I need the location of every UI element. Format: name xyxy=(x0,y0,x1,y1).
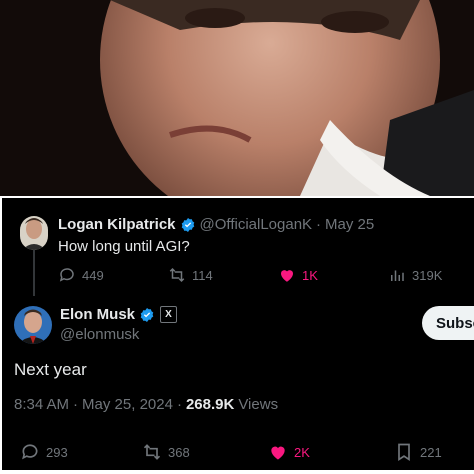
reply-author-row: Elon Musk X xyxy=(60,306,178,323)
bookmark-count: 221 xyxy=(420,444,442,460)
like-button[interactable]: 2K xyxy=(268,442,310,462)
original-post-header: Logan Kilpatrick @OfficialLoganK · May 2… xyxy=(58,216,374,233)
original-author-name[interactable]: Logan Kilpatrick xyxy=(58,216,176,233)
post-metadata: 8:34 AM · May 25, 2024 · 268.9K Views xyxy=(14,396,278,413)
reply-button[interactable]: 293 xyxy=(20,442,68,462)
views-label: Views xyxy=(238,396,279,413)
affiliate-x-badge: X xyxy=(160,306,178,323)
portrait-illustration xyxy=(0,0,474,196)
separator-dot: · xyxy=(73,396,79,413)
verified-badge-icon xyxy=(140,307,154,322)
reply-handle[interactable]: @elonmusk xyxy=(60,326,139,343)
repost-icon xyxy=(169,267,185,283)
thread-connector-line xyxy=(33,250,35,296)
bookmark-icon xyxy=(398,443,410,462)
logan-avatar[interactable] xyxy=(20,216,48,250)
reply-icon xyxy=(22,444,38,460)
reply-text: Next year xyxy=(14,360,87,379)
repost-icon xyxy=(143,444,161,460)
separator-dot: · xyxy=(176,396,182,413)
bookmark-button[interactable]: 221 xyxy=(394,442,442,462)
views-button[interactable]: 319K xyxy=(388,266,442,284)
repost-count: 368 xyxy=(168,444,190,460)
subscribe-button[interactable]: Subsc xyxy=(422,306,474,340)
original-post-text: How long until AGI? xyxy=(58,238,190,255)
like-count: 1K xyxy=(302,267,318,283)
reply-count: 449 xyxy=(82,267,104,283)
reply-author-name[interactable]: Elon Musk xyxy=(60,306,135,323)
repost-button[interactable]: 114 xyxy=(168,266,213,284)
post-time[interactable]: 8:34 AM xyxy=(14,396,69,413)
original-handle[interactable]: @OfficialLoganK xyxy=(200,216,313,233)
views-total: 268.9K xyxy=(185,396,235,413)
separator-dot: · xyxy=(316,216,322,233)
post-date[interactable]: May 25, 2024 xyxy=(82,396,173,413)
heart-icon xyxy=(271,446,285,460)
reply-button[interactable]: 449 xyxy=(58,266,104,284)
like-count: 2K xyxy=(294,444,310,460)
views-count: 319K xyxy=(412,267,443,283)
post-card: Logan Kilpatrick @OfficialLoganK · May 2… xyxy=(2,198,474,470)
header-photo xyxy=(0,0,474,196)
elon-avatar[interactable] xyxy=(14,306,52,344)
reply-count: 293 xyxy=(46,444,68,460)
heart-icon xyxy=(281,270,293,282)
views-chart-icon xyxy=(391,270,404,281)
like-button[interactable]: 1K xyxy=(278,266,318,284)
reply-icon xyxy=(59,268,74,282)
repost-count: 114 xyxy=(192,267,213,283)
verified-badge-icon xyxy=(181,217,194,232)
repost-button[interactable]: 368 xyxy=(142,442,190,462)
original-date[interactable]: May 25 xyxy=(325,216,374,233)
